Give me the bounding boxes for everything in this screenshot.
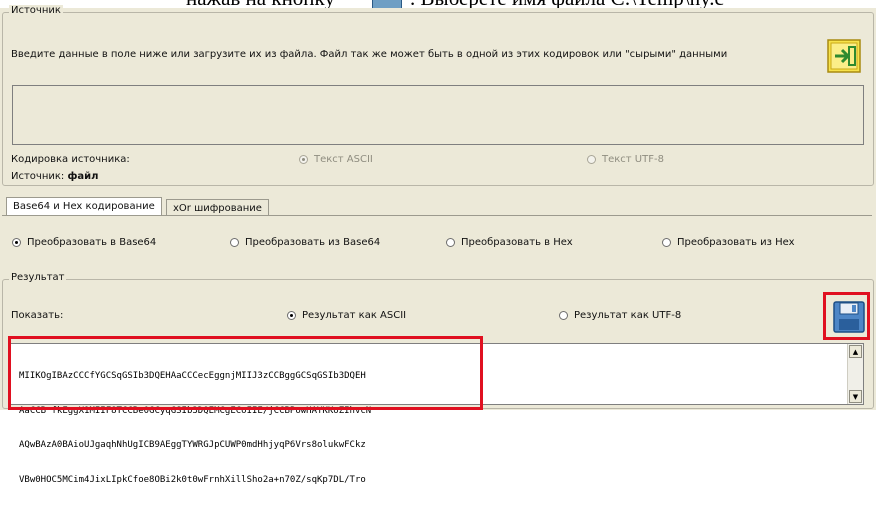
source-group: Источник Введите данные в поле ниже или …: [2, 5, 874, 186]
from-hex-radio[interactable]: Преобразовать из Hex: [662, 237, 795, 248]
source-group-title: Источник: [9, 5, 63, 16]
encoding-utf8-radio[interactable]: Текст UTF-8: [587, 154, 664, 165]
radio-dot-icon: [587, 155, 596, 164]
radio-dot-icon: [12, 238, 21, 247]
radio-dot-icon: [230, 238, 239, 247]
from-base64-radio[interactable]: Преобразовать из Base64: [230, 237, 380, 248]
radio-dot-icon: [287, 311, 296, 320]
source-encoding-label: Кодировка источника:: [11, 154, 130, 165]
show-label: Показать:: [11, 310, 64, 321]
result-scrollbar[interactable]: ▲ ▼: [847, 344, 863, 404]
result-utf8-radio[interactable]: Результат как UTF-8: [559, 310, 681, 321]
scroll-down-icon[interactable]: ▼: [849, 390, 862, 403]
radio-dot-icon: [559, 311, 568, 320]
radio-dot-icon: [299, 155, 308, 164]
result-line: AQwBAzA0BAioUJgaqhNhUgICB9AEggTYWRGJpCUW…: [19, 440, 366, 450]
encoding-ascii-radio[interactable]: Текст ASCII: [299, 154, 373, 165]
scroll-up-icon[interactable]: ▲: [849, 345, 862, 358]
tab-base64-hex[interactable]: Base64 и Hex кодирование: [6, 197, 162, 215]
result-line: VBw0HOC5MCim4JixLIpkCfoe8OBi2k0t0wFrnhXi…: [19, 474, 366, 485]
open-file-icon: [827, 39, 861, 73]
source-type-label: Источник: файл: [11, 171, 99, 182]
tab-divider: [2, 215, 872, 216]
result-text-highlight: [8, 336, 483, 410]
radio-dot-icon: [446, 238, 455, 247]
source-input-area[interactable]: [12, 85, 864, 145]
save-button-highlight: [823, 292, 870, 340]
source-type-value: файл: [67, 171, 99, 182]
source-description: Введите данные в поле ниже или загрузите…: [11, 49, 728, 60]
to-hex-radio[interactable]: Преобразовать в Hex: [446, 237, 573, 248]
result-ascii-radio[interactable]: Результат как ASCII: [287, 310, 406, 321]
app-window: Источник Введите данные в поле ниже или …: [0, 5, 876, 485]
radio-dot-icon: [662, 238, 671, 247]
tab-xor[interactable]: xOr шифрование: [166, 199, 269, 215]
to-base64-radio[interactable]: Преобразовать в Base64: [12, 237, 156, 248]
result-group-title: Результат: [9, 272, 67, 283]
load-from-file-button[interactable]: [827, 39, 861, 73]
